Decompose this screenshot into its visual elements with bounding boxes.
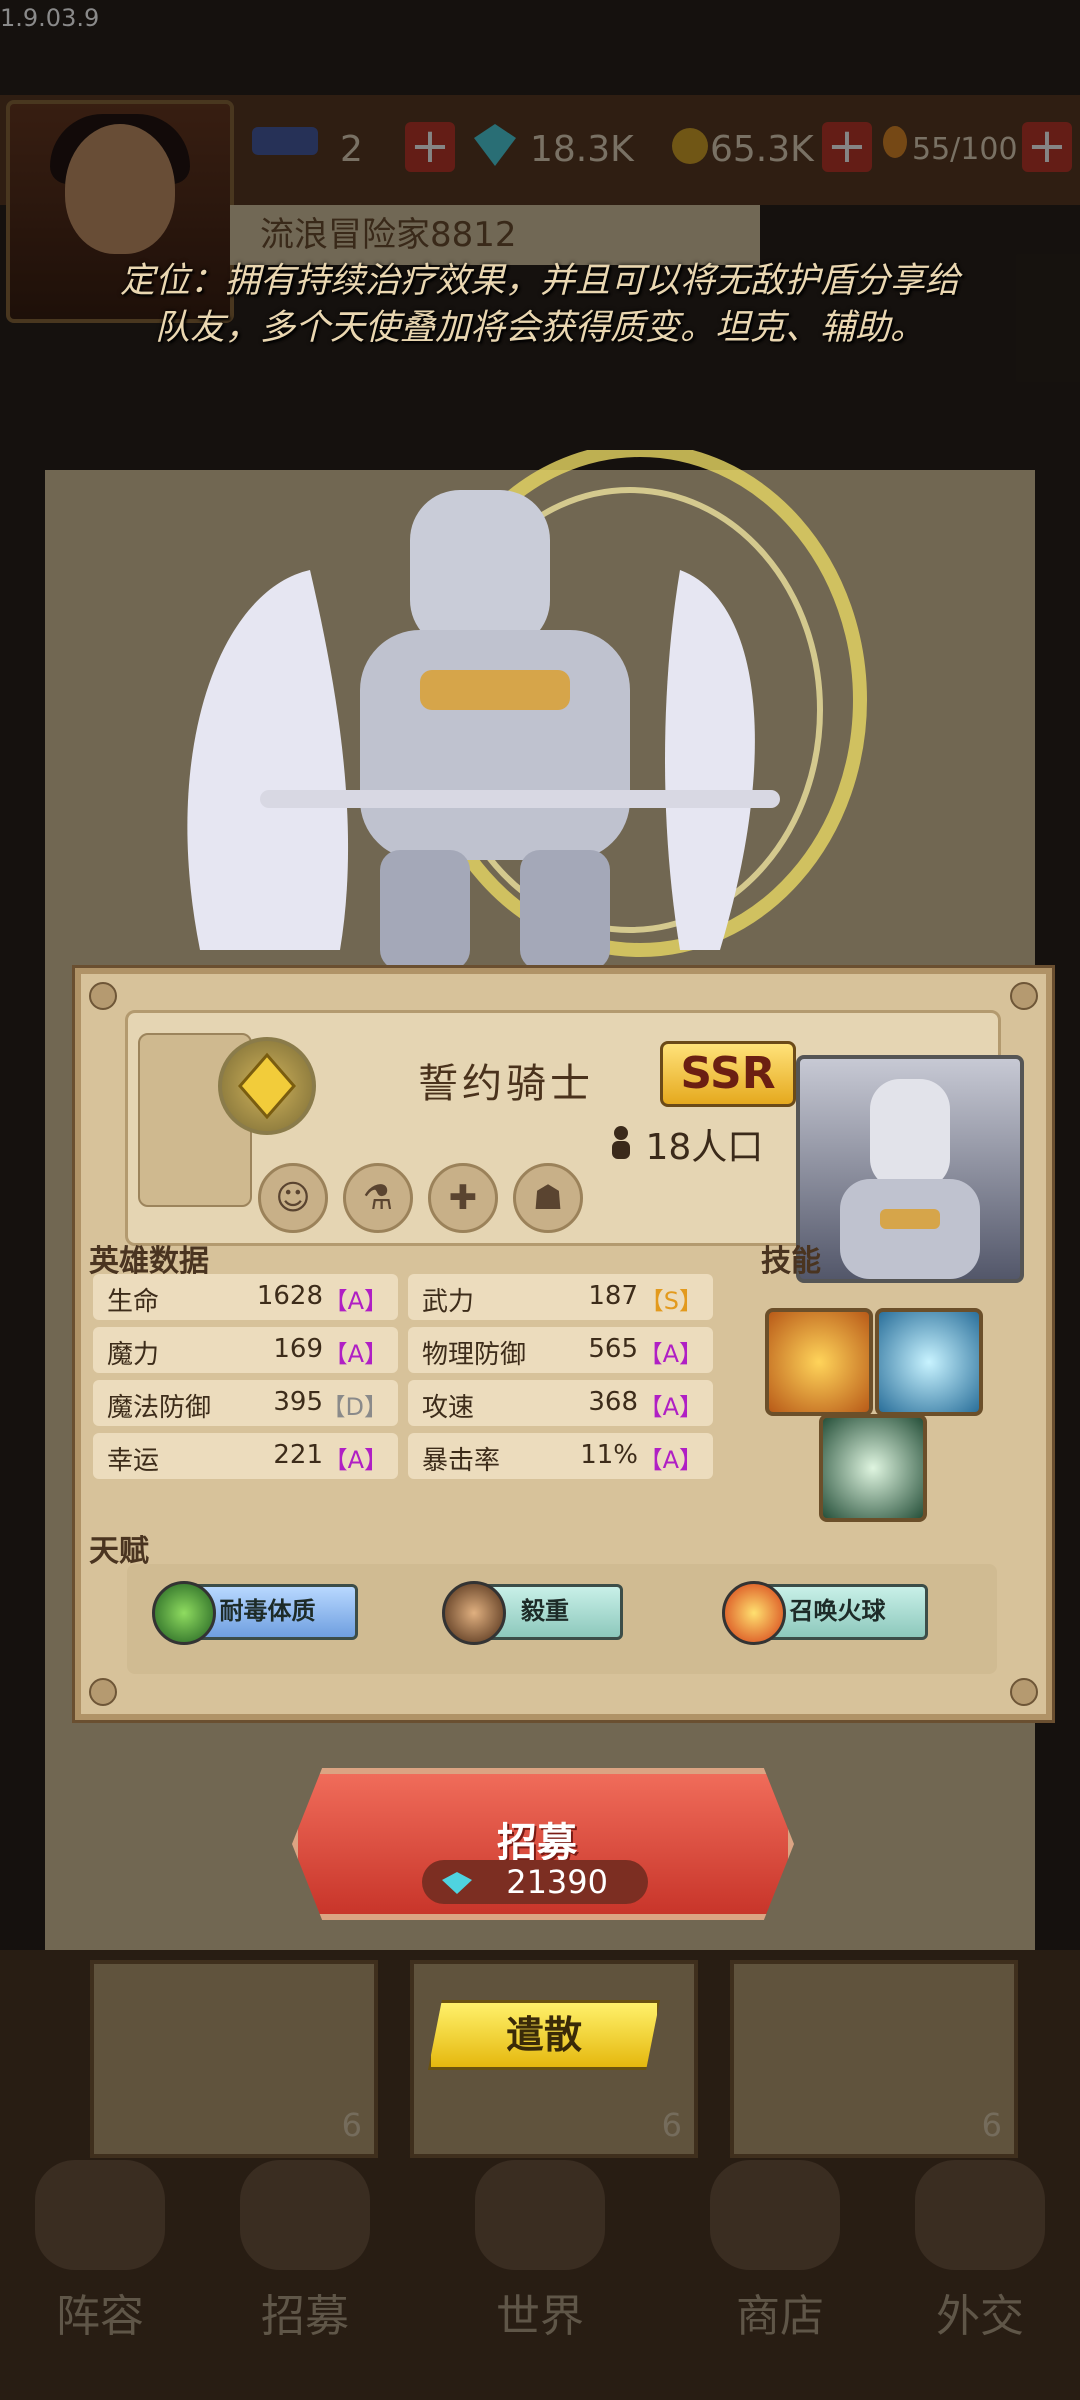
stat-label: 物理防御 [422,1340,527,1370]
shield-cross-skill-icon[interactable] [819,1414,927,1522]
talent-bar: 耐毒体质 毅重 召唤火球 [127,1564,997,1674]
stat-value: 565 [588,1334,638,1364]
hero-slot-card[interactable]: 6 [730,1960,1018,2158]
player-name: 流浪冒险家8812 [230,205,760,265]
stat-grade: 【A】 [323,1287,388,1315]
talent-label: 毅重 [521,1597,569,1625]
stat-grade: 【D】 [321,1393,388,1421]
stat-value: 368 [588,1387,638,1417]
stat-grade: 【A】 [323,1340,388,1368]
stat-value: 169 [273,1334,323,1364]
stat-grade: 【S】 [639,1287,703,1315]
stat-label: 武力 [422,1287,475,1317]
recruit-cost-value: 21390 [506,1863,608,1901]
tab-recruit[interactable]: 招募 [205,2280,405,2344]
handshake-icon [915,2160,1045,2270]
population-cost: 18人口 [608,1118,763,1170]
tab-world[interactable]: 世界 [440,2280,640,2344]
description-line: 定位：拥有持续治疗效果，并且可以将无敌护盾分享给 [119,261,960,301]
slot-count: 6 [981,2106,1002,2144]
stat-value: 11% [580,1440,638,1470]
stat-row: 魔力 169 【A】 [93,1327,398,1373]
recruit-cost: 21390 [422,1860,648,1904]
fireball-icon [722,1581,786,1645]
tab-shop[interactable]: 商店 [680,2280,880,2344]
gem-icon [442,1872,472,1894]
slot-count: 6 [661,2106,682,2144]
stat-value: 221 [273,1440,323,1470]
tab-lineup[interactable]: 阵容 [0,2280,200,2344]
cross-role-icon[interactable]: ✚ [428,1163,498,1233]
wing-skill-icon[interactable] [875,1308,983,1416]
class-emblem-icon [218,1037,316,1135]
slot-count: 6 [341,2106,362,2144]
stat-row: 物理防御 565 【A】 [408,1327,713,1373]
stat-row: 武力 187 【S】 [408,1274,713,1320]
recruit-button[interactable]: 招募 21390 [292,1738,794,1938]
warrior-icon [442,1581,506,1645]
gold-icon [668,120,712,180]
female-role-icon[interactable]: ☺ [258,1163,328,1233]
add-gold-button[interactable]: + [822,122,872,172]
skills-title: 技能 [761,1244,821,1279]
hammer-skill-icon[interactable] [765,1308,873,1416]
stat-label: 暴击率 [422,1446,501,1476]
hero-portrait [796,1055,1024,1283]
stat-grade: 【A】 [323,1446,388,1474]
food-count: 55/100 [912,132,1018,167]
description-line: 队友，多个天使叠加将会获得质变。坦克、辅助。 [154,308,925,348]
stat-row: 幸运 221 【A】 [93,1433,398,1479]
population-label: 18人口 [645,1127,764,1168]
talent-steadfast[interactable]: 毅重 [442,1581,623,1645]
golem-role-icon[interactable]: ☗ [513,1163,583,1233]
hero-slot-card[interactable]: 6 [90,1960,378,2158]
hero-info-card: 誓约骑士 SSR 18人口 ☺ ⚗ ✚ ☗ 英雄数据 技能 生命 1628 【A… [75,968,1052,1720]
stat-label: 魔法防御 [107,1393,212,1423]
stat-label: 幸运 [107,1446,160,1476]
flask-role-icon[interactable]: ⚗ [343,1163,413,1233]
shop-icon [710,2160,840,2270]
stat-row: 魔法防御 395 【D】 [93,1380,398,1426]
bell-icon [240,2160,370,2270]
stat-row: 攻速 368 【A】 [408,1380,713,1426]
person-icon [608,1126,645,1168]
stat-label: 生命 [107,1287,160,1317]
hero-header: 誓约骑士 SSR 18人口 ☺ ⚗ ✚ ☗ [125,1010,1024,1283]
gem-icon [470,120,520,180]
add-ticket-button[interactable]: + [405,122,455,172]
hero-name: 誓约骑士 [418,1061,594,1107]
add-food-button[interactable]: + [1022,122,1072,172]
ticket-count: 2 [340,129,363,170]
ticket-icon [250,120,320,180]
gold-count: 65.3K [710,129,814,170]
stat-row: 暴击率 11% 【A】 [408,1433,713,1479]
rarity-badge: SSR [660,1041,796,1107]
talent-poison-resist[interactable]: 耐毒体质 [152,1581,358,1645]
gem-count: 18.3K [530,129,634,170]
dismiss-button[interactable]: 遣散 [428,2000,660,2070]
stat-label: 攻速 [422,1393,475,1423]
tab-diplomacy[interactable]: 外交 [880,2280,1080,2344]
talent-label: 耐毒体质 [219,1597,316,1625]
talent-label: 召唤火球 [789,1597,886,1625]
stat-value: 1628 [256,1281,323,1311]
poison-icon [152,1581,216,1645]
hero-illustration [160,443,920,970]
stat-label: 魔力 [107,1340,160,1370]
stat-grade: 【A】 [638,1340,703,1368]
stat-row: 生命 1628 【A】 [93,1274,398,1320]
helmet-icon [35,2160,165,2270]
talent-summon-fireball[interactable]: 召唤火球 [722,1581,928,1645]
castle-icon [475,2160,605,2270]
stat-value: 187 [588,1281,638,1311]
stat-value: 395 [273,1387,323,1417]
version-label: 1.9.03.9 [0,4,100,32]
stat-grade: 【A】 [638,1446,703,1474]
hero-description: 定位：拥有持续治疗效果，并且可以将无敌护盾分享给 队友，多个天使叠加将会获得质变… [40,258,1040,352]
stat-grade: 【A】 [638,1393,703,1421]
food-icon [880,120,910,180]
